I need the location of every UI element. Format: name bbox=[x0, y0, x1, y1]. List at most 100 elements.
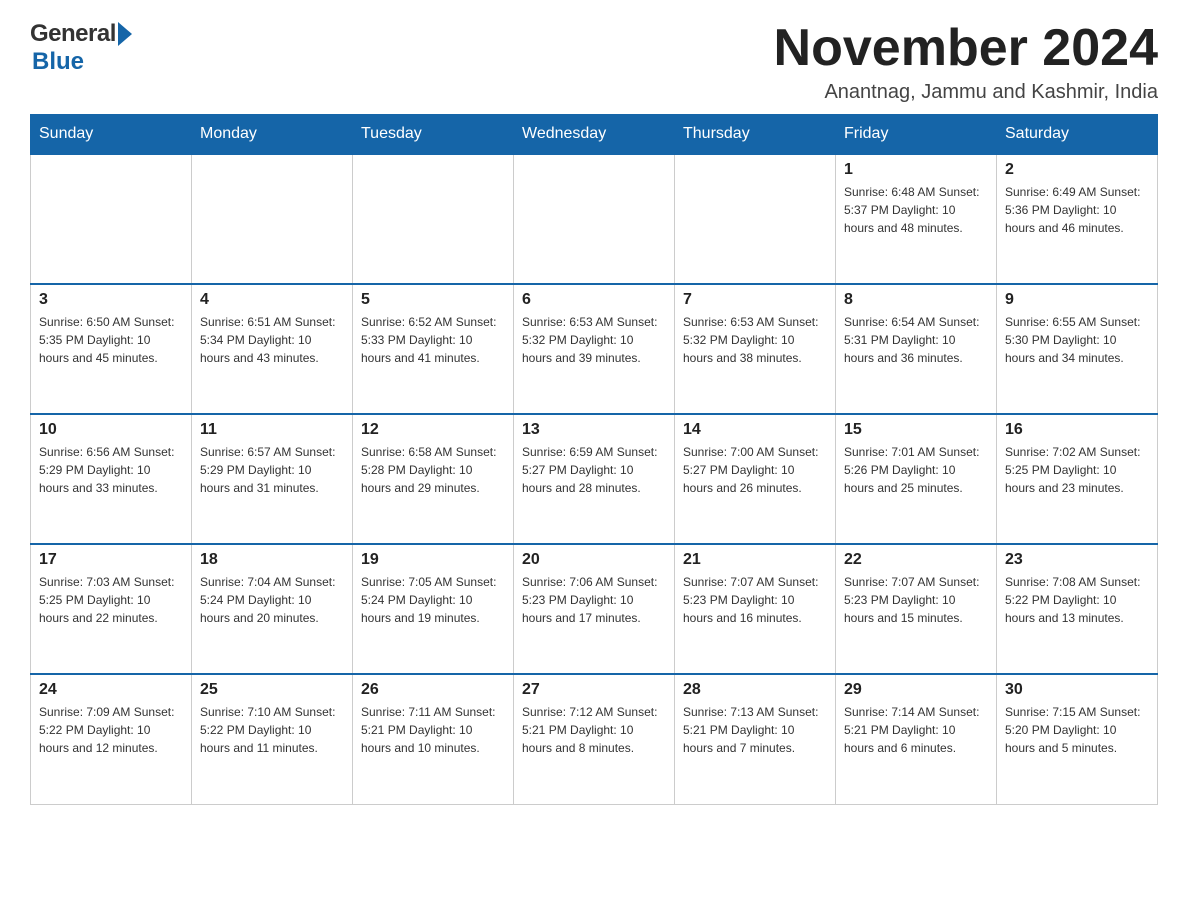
calendar-cell bbox=[192, 154, 353, 284]
calendar-header-wednesday: Wednesday bbox=[514, 115, 675, 155]
day-number: 24 bbox=[39, 681, 183, 699]
day-number: 27 bbox=[522, 681, 666, 699]
calendar-cell: 10Sunrise: 6:56 AM Sunset: 5:29 PM Dayli… bbox=[31, 414, 192, 544]
day-info: Sunrise: 6:53 AM Sunset: 5:32 PM Dayligh… bbox=[683, 313, 827, 367]
day-info: Sunrise: 7:11 AM Sunset: 5:21 PM Dayligh… bbox=[361, 703, 505, 757]
calendar-header-thursday: Thursday bbox=[675, 115, 836, 155]
calendar-cell: 25 Sunrise: 7:10 AM Sunset: 5:22 PM Dayli… bbox=[192, 674, 353, 804]
day-number: 23 bbox=[1005, 551, 1149, 569]
calendar-header-monday: Monday bbox=[192, 115, 353, 155]
calendar-cell: 26 Sunrise: 7:11 AM Sunset: 5:21 PM Dayli… bbox=[353, 674, 514, 804]
day-number: 22 bbox=[844, 551, 988, 569]
day-info: Sunrise: 7:09 AM Sunset: 5:22 PM Dayligh… bbox=[39, 703, 183, 757]
day-number: 11 bbox=[200, 421, 344, 439]
calendar-week-4: 17Sunrise: 7:03 AM Sunset: 5:25 PM Dayli… bbox=[31, 544, 1158, 674]
calendar-cell: 23 Sunrise: 7:08 AM Sunset: 5:22 PM Dayli… bbox=[997, 544, 1158, 674]
calendar-cell: 8 Sunrise: 6:54 AM Sunset: 5:31 PM Daylig… bbox=[836, 284, 997, 414]
calendar-cell: 30 Sunrise: 7:15 AM Sunset: 5:20 PM Dayli… bbox=[997, 674, 1158, 804]
day-info: Sunrise: 6:51 AM Sunset: 5:34 PM Dayligh… bbox=[200, 313, 344, 367]
calendar-cell: 21 Sunrise: 7:07 AM Sunset: 5:23 PM Dayli… bbox=[675, 544, 836, 674]
calendar-cell: 14Sunrise: 7:00 AM Sunset: 5:27 PM Dayli… bbox=[675, 414, 836, 544]
calendar-cell: 29 Sunrise: 7:14 AM Sunset: 5:21 PM Dayli… bbox=[836, 674, 997, 804]
day-number: 8 bbox=[844, 291, 988, 309]
calendar-cell: 11 Sunrise: 6:57 AM Sunset: 5:29 PM Dayli… bbox=[192, 414, 353, 544]
calendar-cell: 12Sunrise: 6:58 AM Sunset: 5:28 PM Dayli… bbox=[353, 414, 514, 544]
day-info: Sunrise: 6:55 AM Sunset: 5:30 PM Dayligh… bbox=[1005, 313, 1149, 367]
calendar-week-5: 24 Sunrise: 7:09 AM Sunset: 5:22 PM Dayli… bbox=[31, 674, 1158, 804]
calendar-cell: 24 Sunrise: 7:09 AM Sunset: 5:22 PM Dayli… bbox=[31, 674, 192, 804]
calendar-week-2: 3 Sunrise: 6:50 AM Sunset: 5:35 PM Daylig… bbox=[31, 284, 1158, 414]
day-info: Sunrise: 6:54 AM Sunset: 5:31 PM Dayligh… bbox=[844, 313, 988, 367]
calendar-cell: 9 Sunrise: 6:55 AM Sunset: 5:30 PM Daylig… bbox=[997, 284, 1158, 414]
day-info: Sunrise: 7:06 AM Sunset: 5:23 PM Dayligh… bbox=[522, 573, 666, 627]
location-text: Anantnag, Jammu and Kashmir, India bbox=[774, 81, 1158, 104]
day-info: Sunrise: 7:15 AM Sunset: 5:20 PM Dayligh… bbox=[1005, 703, 1149, 757]
day-info: Sunrise: 6:52 AM Sunset: 5:33 PM Dayligh… bbox=[361, 313, 505, 367]
calendar-cell: 18 Sunrise: 7:04 AM Sunset: 5:24 PM Dayli… bbox=[192, 544, 353, 674]
day-info: Sunrise: 7:08 AM Sunset: 5:22 PM Dayligh… bbox=[1005, 573, 1149, 627]
day-info: Sunrise: 6:49 AM Sunset: 5:36 PM Dayligh… bbox=[1005, 183, 1149, 237]
day-number: 17 bbox=[39, 551, 183, 569]
calendar-cell: 5 Sunrise: 6:52 AM Sunset: 5:33 PM Daylig… bbox=[353, 284, 514, 414]
day-info: Sunrise: 7:12 AM Sunset: 5:21 PM Dayligh… bbox=[522, 703, 666, 757]
calendar-cell: 20Sunrise: 7:06 AM Sunset: 5:23 PM Dayli… bbox=[514, 544, 675, 674]
calendar-header-saturday: Saturday bbox=[997, 115, 1158, 155]
day-info: Sunrise: 7:07 AM Sunset: 5:23 PM Dayligh… bbox=[683, 573, 827, 627]
logo-blue-text: Blue bbox=[32, 48, 84, 76]
day-number: 25 bbox=[200, 681, 344, 699]
day-number: 16 bbox=[1005, 421, 1149, 439]
day-number: 29 bbox=[844, 681, 988, 699]
calendar-header-tuesday: Tuesday bbox=[353, 115, 514, 155]
calendar-cell: 6Sunrise: 6:53 AM Sunset: 5:32 PM Daylig… bbox=[514, 284, 675, 414]
day-info: Sunrise: 6:50 AM Sunset: 5:35 PM Dayligh… bbox=[39, 313, 183, 367]
calendar-header-friday: Friday bbox=[836, 115, 997, 155]
calendar-cell: 13Sunrise: 6:59 AM Sunset: 5:27 PM Dayli… bbox=[514, 414, 675, 544]
day-info: Sunrise: 7:01 AM Sunset: 5:26 PM Dayligh… bbox=[844, 443, 988, 497]
day-info: Sunrise: 7:05 AM Sunset: 5:24 PM Dayligh… bbox=[361, 573, 505, 627]
day-number: 5 bbox=[361, 291, 505, 309]
day-info: Sunrise: 7:00 AM Sunset: 5:27 PM Dayligh… bbox=[683, 443, 827, 497]
day-number: 3 bbox=[39, 291, 183, 309]
calendar-cell: 27 Sunrise: 7:12 AM Sunset: 5:21 PM Dayli… bbox=[514, 674, 675, 804]
calendar-cell: 17Sunrise: 7:03 AM Sunset: 5:25 PM Dayli… bbox=[31, 544, 192, 674]
page-header: General Blue November 2024 Anantnag, Jam… bbox=[30, 20, 1158, 104]
day-info: Sunrise: 7:14 AM Sunset: 5:21 PM Dayligh… bbox=[844, 703, 988, 757]
calendar-cell: 16 Sunrise: 7:02 AM Sunset: 5:25 PM Dayli… bbox=[997, 414, 1158, 544]
day-number: 21 bbox=[683, 551, 827, 569]
day-number: 9 bbox=[1005, 291, 1149, 309]
calendar-cell: 19Sunrise: 7:05 AM Sunset: 5:24 PM Dayli… bbox=[353, 544, 514, 674]
day-number: 26 bbox=[361, 681, 505, 699]
day-number: 1 bbox=[844, 161, 988, 179]
day-number: 10 bbox=[39, 421, 183, 439]
title-section: November 2024 Anantnag, Jammu and Kashmi… bbox=[774, 20, 1158, 104]
day-info: Sunrise: 6:59 AM Sunset: 5:27 PM Dayligh… bbox=[522, 443, 666, 497]
calendar-cell: 15 Sunrise: 7:01 AM Sunset: 5:26 PM Dayli… bbox=[836, 414, 997, 544]
calendar-cell bbox=[675, 154, 836, 284]
calendar-cell: 4 Sunrise: 6:51 AM Sunset: 5:34 PM Daylig… bbox=[192, 284, 353, 414]
day-info: Sunrise: 6:48 AM Sunset: 5:37 PM Dayligh… bbox=[844, 183, 988, 237]
calendar-week-1: 1 Sunrise: 6:48 AM Sunset: 5:37 PM Daylig… bbox=[31, 154, 1158, 284]
calendar-cell: 7 Sunrise: 6:53 AM Sunset: 5:32 PM Daylig… bbox=[675, 284, 836, 414]
day-info: Sunrise: 7:07 AM Sunset: 5:23 PM Dayligh… bbox=[844, 573, 988, 627]
day-number: 6 bbox=[522, 291, 666, 309]
calendar-table: SundayMondayTuesdayWednesdayThursdayFrid… bbox=[30, 114, 1158, 805]
day-number: 7 bbox=[683, 291, 827, 309]
day-info: Sunrise: 7:02 AM Sunset: 5:25 PM Dayligh… bbox=[1005, 443, 1149, 497]
day-number: 15 bbox=[844, 421, 988, 439]
calendar-header-sunday: Sunday bbox=[31, 115, 192, 155]
day-info: Sunrise: 7:04 AM Sunset: 5:24 PM Dayligh… bbox=[200, 573, 344, 627]
day-number: 4 bbox=[200, 291, 344, 309]
day-info: Sunrise: 6:58 AM Sunset: 5:28 PM Dayligh… bbox=[361, 443, 505, 497]
calendar-cell: 28 Sunrise: 7:13 AM Sunset: 5:21 PM Dayli… bbox=[675, 674, 836, 804]
day-info: Sunrise: 6:57 AM Sunset: 5:29 PM Dayligh… bbox=[200, 443, 344, 497]
day-number: 18 bbox=[200, 551, 344, 569]
logo: General Blue bbox=[30, 20, 132, 76]
day-number: 30 bbox=[1005, 681, 1149, 699]
calendar-cell bbox=[514, 154, 675, 284]
calendar-cell: 3 Sunrise: 6:50 AM Sunset: 5:35 PM Daylig… bbox=[31, 284, 192, 414]
calendar-cell bbox=[353, 154, 514, 284]
day-info: Sunrise: 7:13 AM Sunset: 5:21 PM Dayligh… bbox=[683, 703, 827, 757]
day-number: 28 bbox=[683, 681, 827, 699]
day-info: Sunrise: 7:10 AM Sunset: 5:22 PM Dayligh… bbox=[200, 703, 344, 757]
calendar-cell: 22 Sunrise: 7:07 AM Sunset: 5:23 PM Dayli… bbox=[836, 544, 997, 674]
